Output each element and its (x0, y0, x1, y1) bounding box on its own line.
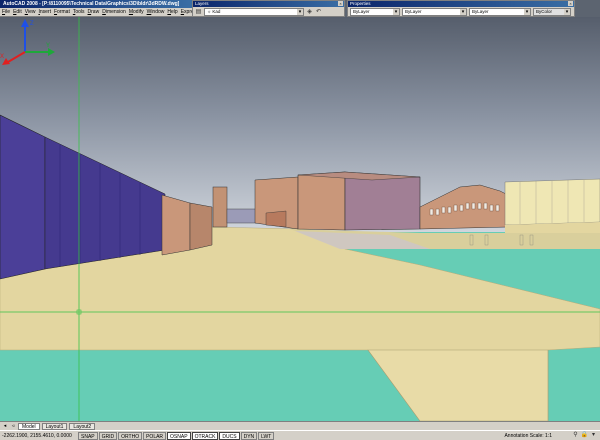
toggle-dyn[interactable]: DYN (240, 431, 258, 440)
layer-manager-icon[interactable]: ▤ (195, 9, 202, 16)
menu-file[interactable]: File (2, 9, 10, 15)
menu-help[interactable]: Help (167, 9, 177, 15)
tray-settings-icon[interactable]: ▾ (590, 432, 597, 439)
menu-draw[interactable]: Draw (88, 9, 100, 15)
drawing-viewport[interactable]: Z Y X (0, 17, 600, 421)
ucs-z-label: Z (30, 21, 34, 27)
menu-format[interactable]: Format (54, 9, 70, 15)
toggle-ortho[interactable]: ORTHO (118, 431, 143, 440)
layer-dropdown[interactable]: ☼ Kad (204, 8, 304, 16)
warehouse-pale (504, 178, 600, 226)
toggle-grid[interactable]: GRID (98, 431, 118, 440)
color-dropdown[interactable]: ByLayer (350, 8, 400, 16)
building-centre-low (265, 210, 287, 228)
building-tan-2 (189, 202, 213, 251)
layout-tabs: ◂ ◃ Model Layout1 Layout2 (0, 421, 600, 430)
menu-window[interactable]: Window (147, 9, 165, 15)
annotation-scale[interactable]: Annotation Scale: 1:1 (504, 433, 552, 439)
menu-insert[interactable]: Insert (38, 9, 51, 15)
layers-toolbar-title: Layers (195, 1, 209, 6)
scene-render (0, 17, 600, 421)
lineweight-value: ByLayer (472, 9, 489, 14)
properties-toolbar-title: Properties (350, 1, 371, 6)
toggle-otrack[interactable]: OTRACK (191, 431, 219, 440)
menu-tools[interactable]: Tools (73, 9, 85, 15)
layers-toolbar: Layers × ▤ ☼ Kad ◈ ↶ (192, 0, 345, 17)
tab-layout2[interactable]: Layout2 (69, 422, 96, 430)
layer-name: Kad (212, 9, 221, 14)
building-centre-front (297, 171, 346, 231)
properties-toolbar: Properties × ByLayer ByLayer ByLayer ByC… (347, 0, 575, 17)
annotation-scale-value: 1:1 (545, 432, 552, 439)
window-title: AutoCAD 2008 - [P:\8110095\Technical Dat… (0, 0, 192, 8)
linetype-dropdown[interactable]: ByLayer (402, 8, 467, 16)
color-value: ByLayer (353, 9, 370, 14)
drafting-toggles: SNAP GRID ORTHO POLAR OSNAP OTRACK DUCS DYN LWT (78, 431, 275, 440)
ucs-x-label: X (0, 54, 4, 60)
bulb-icon: ☼ (207, 9, 212, 14)
close-icon[interactable]: × (338, 1, 343, 6)
toggle-lwt[interactable]: LWT (258, 431, 275, 440)
tab-first-icon[interactable]: ◂ (2, 423, 8, 429)
make-current-icon[interactable]: ◈ (306, 9, 313, 16)
building-tan-1 (161, 194, 191, 256)
building-centre-mauve (344, 171, 421, 231)
plotstyle-value: ByColor (536, 9, 553, 14)
plotstyle-dropdown: ByColor (533, 8, 571, 16)
menu-edit[interactable]: Edit (13, 9, 22, 15)
ucs-icon: Z Y X (0, 19, 55, 65)
lock-icon[interactable]: 🔒 (581, 432, 588, 439)
linetype-value: ByLayer (405, 9, 422, 14)
toggle-snap[interactable]: SNAP (78, 431, 98, 440)
tab-layout1[interactable]: Layout1 (41, 422, 68, 430)
close-icon[interactable]: × (568, 1, 573, 6)
menu-modify[interactable]: Modify (129, 9, 144, 15)
menu-bar: File Edit View Insert Format Tools Draw … (0, 8, 199, 17)
status-bar: -2262.1900, 2155.4610, 0.0000 SNAP GRID OR… (0, 430, 600, 440)
tab-model[interactable]: Model (18, 422, 40, 430)
menu-view[interactable]: View (25, 9, 36, 15)
building-blue-left (0, 114, 46, 280)
annotation-visibility-icon[interactable]: ⚲ (572, 432, 579, 439)
distant-building (226, 208, 258, 224)
tower (212, 186, 228, 228)
layer-previous-icon[interactable]: ↶ (315, 9, 322, 16)
tab-prev-icon[interactable]: ◃ (10, 423, 16, 429)
lineweight-dropdown[interactable]: ByLayer (469, 8, 531, 16)
annotation-scale-label: Annotation Scale: (504, 432, 544, 439)
menu-dimension[interactable]: Dimension (102, 9, 126, 15)
toggle-osnap[interactable]: OSNAP (167, 431, 191, 440)
toggle-polar[interactable]: POLAR (143, 431, 167, 440)
ucs-y-label: Y (46, 43, 50, 49)
coordinates-readout[interactable]: -2262.1900, 2155.4610, 0.0000 (0, 433, 78, 439)
toggle-ducs[interactable]: DUCS (219, 431, 240, 440)
